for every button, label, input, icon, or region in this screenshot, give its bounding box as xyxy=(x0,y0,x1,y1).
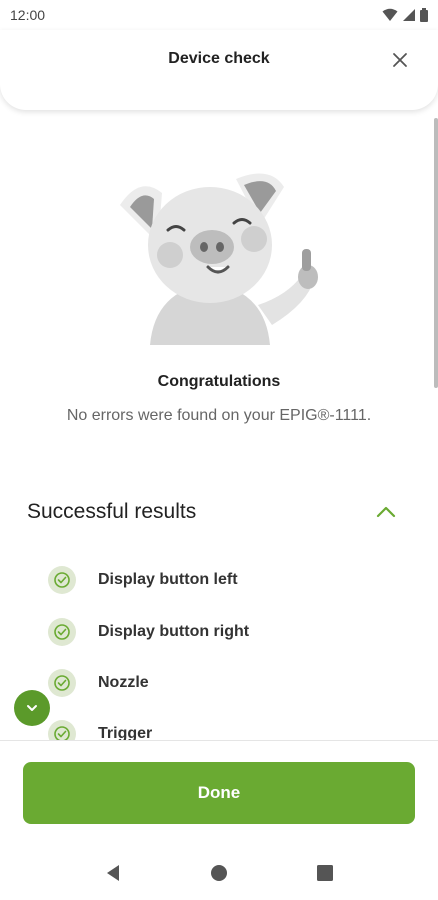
chevron-down-icon xyxy=(27,705,37,711)
chevron-up-icon xyxy=(376,506,396,518)
scroll-down-button[interactable] xyxy=(14,690,50,726)
system-navigation-bar xyxy=(0,846,438,900)
content-scroll-area[interactable]: Congratulations No errors were found on … xyxy=(0,110,438,740)
signal-icon xyxy=(403,9,415,21)
check-circle-icon xyxy=(48,669,76,697)
back-icon xyxy=(107,865,119,881)
scrollbar[interactable] xyxy=(434,118,438,388)
battery-icon xyxy=(420,8,428,22)
collapse-results-button[interactable] xyxy=(372,500,400,524)
list-item: Display button left xyxy=(48,565,238,595)
close-icon xyxy=(393,53,407,67)
nav-recents-button[interactable] xyxy=(310,858,340,888)
wifi-icon xyxy=(382,8,398,21)
page-title: Device check xyxy=(168,50,270,67)
check-circle-icon xyxy=(48,618,76,646)
check-circle-icon xyxy=(48,720,76,740)
nav-back-button[interactable] xyxy=(98,858,128,888)
result-label: Display button right xyxy=(98,623,250,640)
status-icons xyxy=(382,8,428,22)
status-bar: 12:00 xyxy=(0,0,438,30)
recents-icon xyxy=(317,865,333,881)
status-time: 12:00 xyxy=(10,7,46,23)
list-item: Display button right xyxy=(48,617,249,647)
nav-home-button[interactable] xyxy=(204,858,234,888)
no-errors-message: No errors were found on your EPIG®-1111. xyxy=(66,407,372,424)
pig-mascot-illustration xyxy=(120,173,318,345)
section-title-successful-results: Successful results xyxy=(27,500,197,523)
list-item: Nozzle xyxy=(48,668,149,698)
result-label: Trigger xyxy=(98,725,153,740)
close-button[interactable] xyxy=(388,48,412,72)
congratulations-title: Congratulations xyxy=(157,373,281,390)
divider xyxy=(0,740,438,741)
result-label: Display button left xyxy=(98,571,238,588)
list-item: Trigger xyxy=(48,719,152,740)
result-label: Nozzle xyxy=(98,674,149,691)
header: Device check xyxy=(0,30,438,110)
home-icon xyxy=(211,865,227,881)
done-button[interactable]: Done xyxy=(23,762,415,824)
check-circle-icon xyxy=(48,566,76,594)
